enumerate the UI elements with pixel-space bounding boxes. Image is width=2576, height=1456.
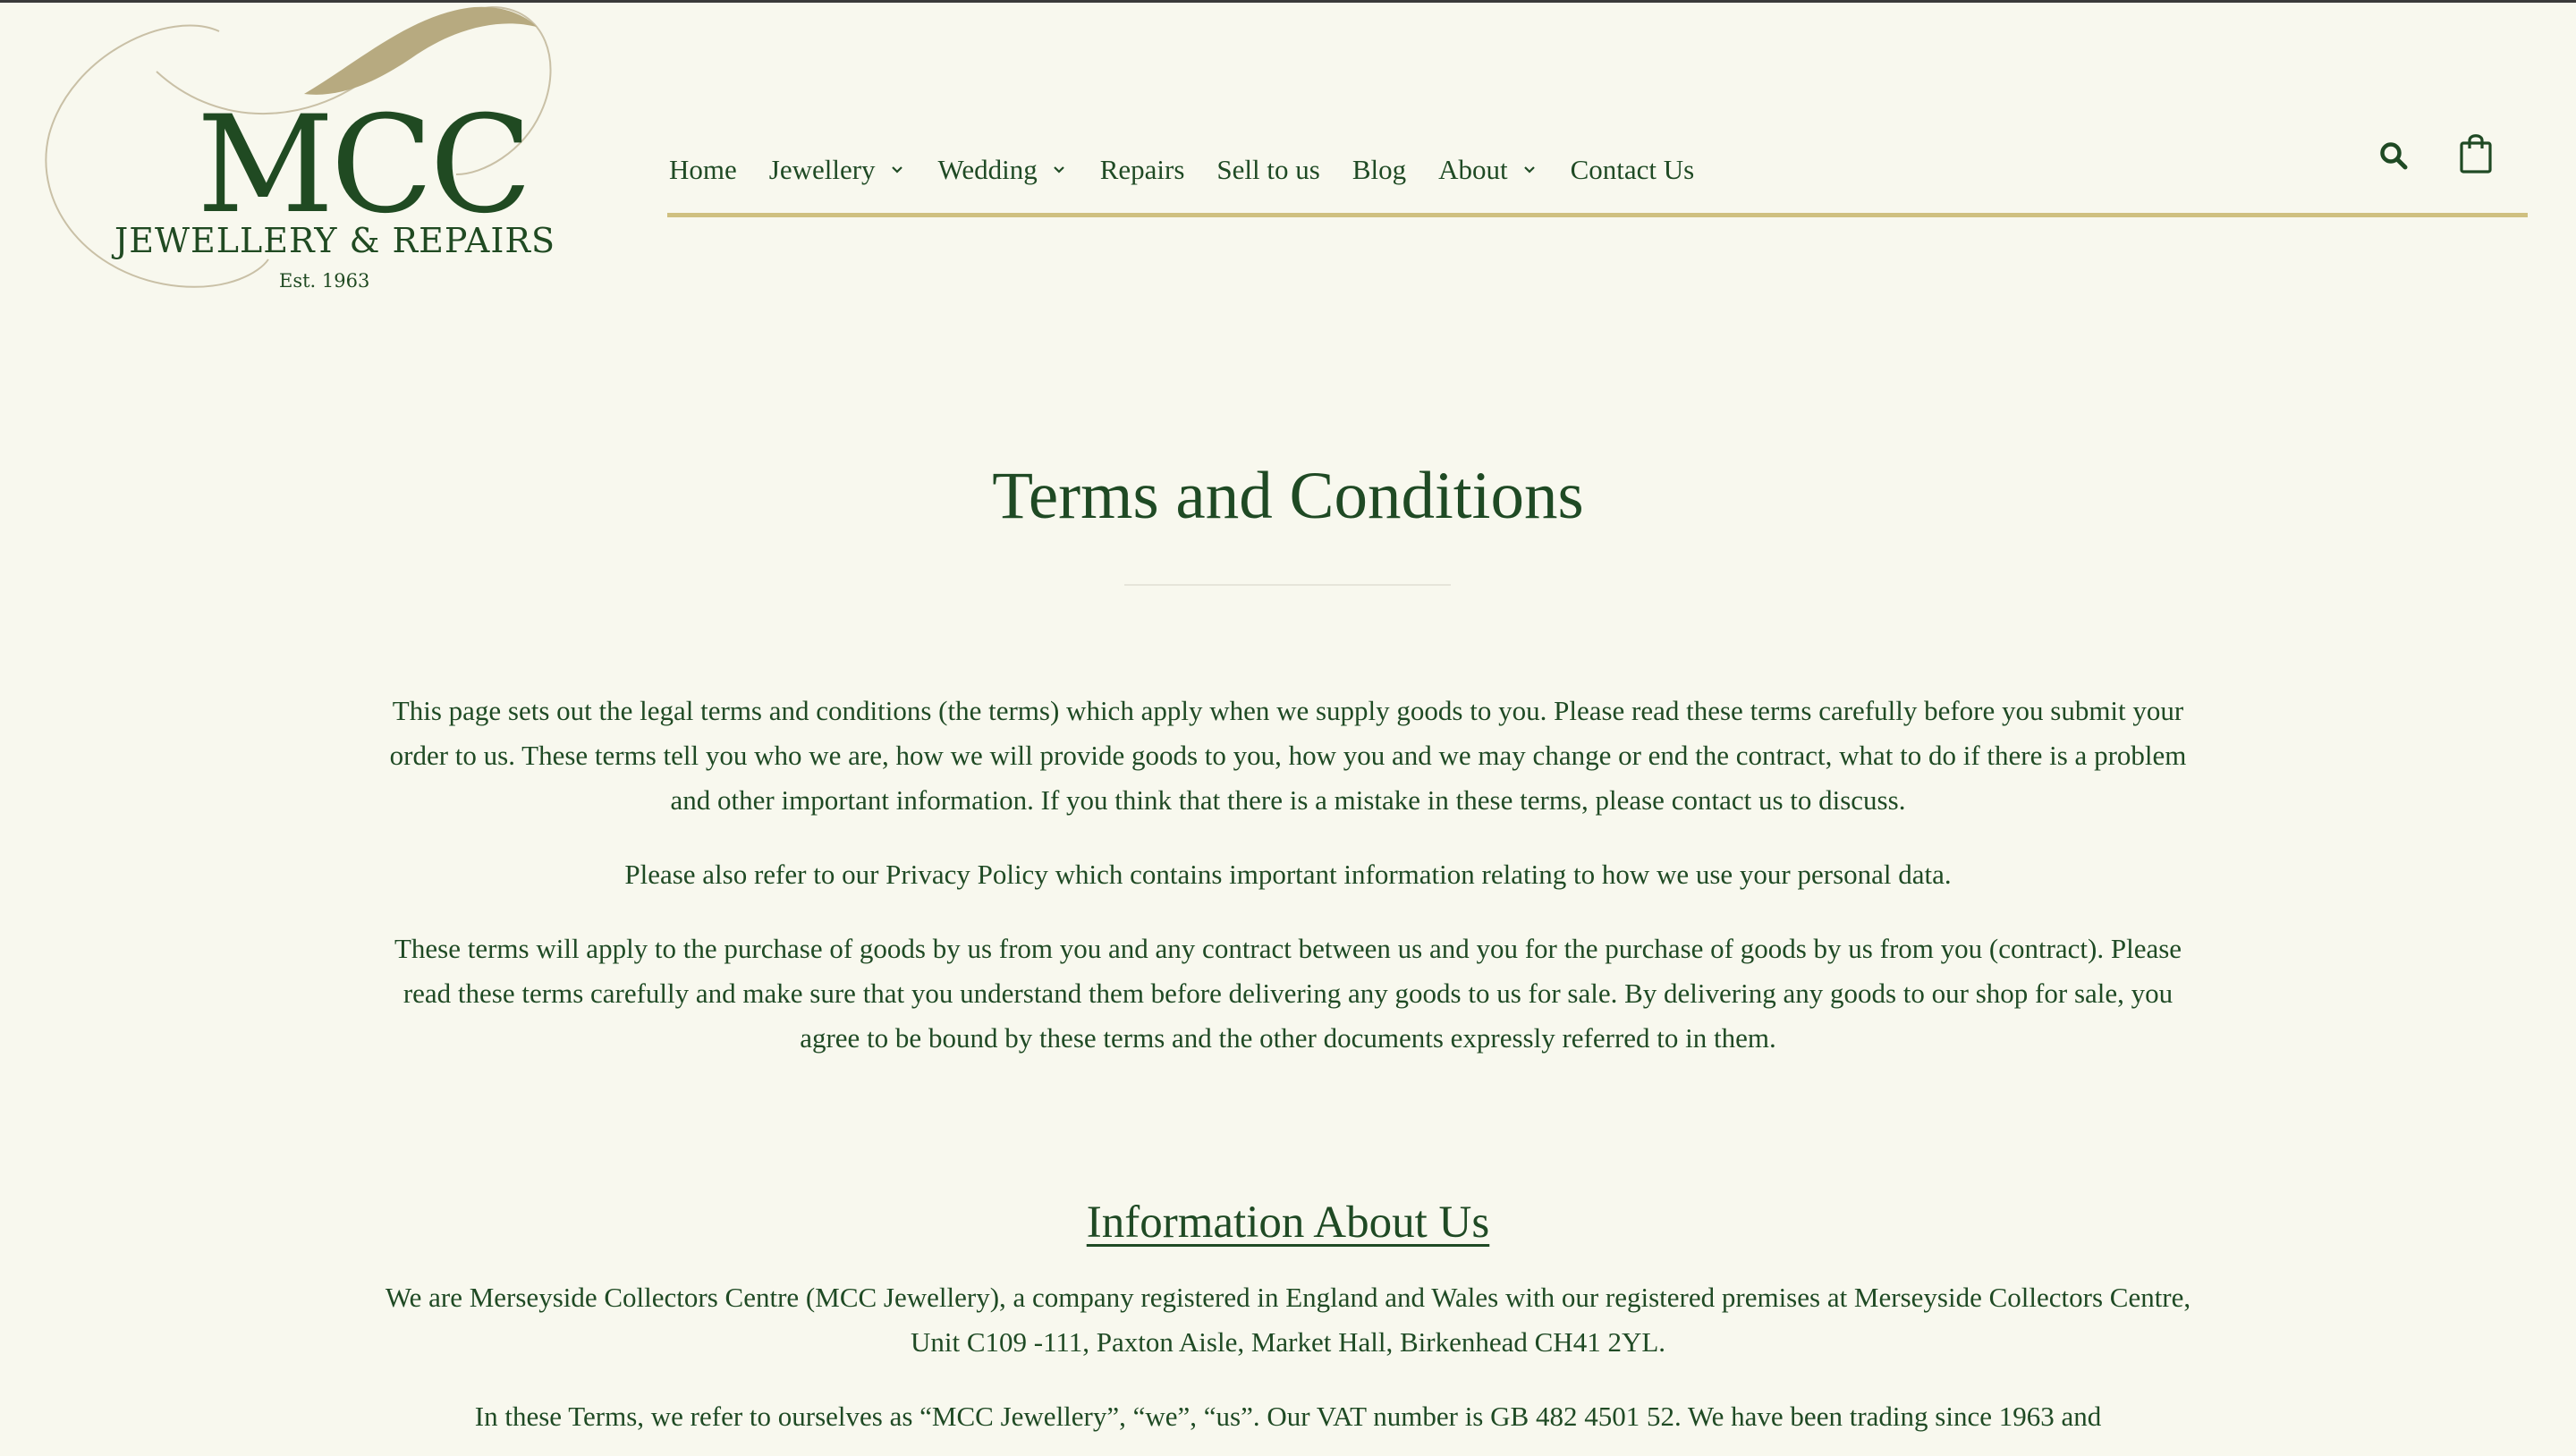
privacy-policy-paragraph: Please also refer to our Privacy Policy … — [624, 859, 1952, 890]
main-nav: Home Jewellery Wedding Repairs Sell to u… — [669, 143, 1726, 197]
nav-item-label: Repairs — [1099, 154, 1185, 185]
nav-item-home[interactable]: Home — [669, 154, 737, 186]
nav-item-label: Home — [669, 154, 737, 185]
logo-subtitle: JEWELLERY & REPAIRS — [114, 221, 556, 260]
nav-item-label: About — [1438, 154, 1508, 185]
nav-item-label: Contact Us — [1570, 154, 1695, 185]
shopping-bag-icon[interactable] — [2458, 131, 2494, 175]
logo-established: Est. 1963 — [279, 270, 370, 292]
intro-paragraph: This page sets out the legal terms and c… — [389, 695, 2187, 816]
nav-item-label: Blog — [1352, 154, 1407, 185]
nav-item-label: Wedding — [937, 154, 1038, 185]
nav-item-blog[interactable]: Blog — [1352, 154, 1406, 186]
nav-item-label: Sell to us — [1216, 154, 1320, 185]
search-icon[interactable] — [2377, 140, 2410, 172]
nav-item-jewellery[interactable]: Jewellery — [769, 154, 906, 186]
nav-item-sell-to-us[interactable]: Sell to us — [1216, 154, 1319, 186]
section-heading-information-about-us: Information About Us — [1086, 1198, 1490, 1248]
chevron-down-icon — [1523, 166, 1535, 174]
nav-underline — [667, 213, 2528, 217]
nav-item-about[interactable]: About — [1438, 154, 1538, 186]
page-title: Terms and Conditions — [992, 459, 1584, 533]
contract-paragraph: These terms will apply to the purchase o… — [394, 933, 2182, 1054]
vat-info-paragraph: In these Terms, we refer to ourselves as… — [474, 1401, 2102, 1432]
chevron-down-icon — [1053, 166, 1064, 174]
logo-wordmark: MCC — [197, 88, 532, 243]
company-info-paragraph: We are Merseyside Collectors Centre (MCC… — [385, 1282, 2191, 1358]
title-divider — [1124, 584, 1451, 586]
chevron-down-icon — [891, 166, 902, 174]
nav-item-wedding[interactable]: Wedding — [938, 154, 1068, 186]
nav-item-contact-us[interactable]: Contact Us — [1571, 154, 1695, 186]
nav-item-repairs[interactable]: Repairs — [1100, 154, 1185, 186]
site-logo[interactable]: MCC JEWELLERY & REPAIRS Est. 1963 — [36, 0, 572, 300]
nav-item-label: Jewellery — [768, 154, 876, 185]
